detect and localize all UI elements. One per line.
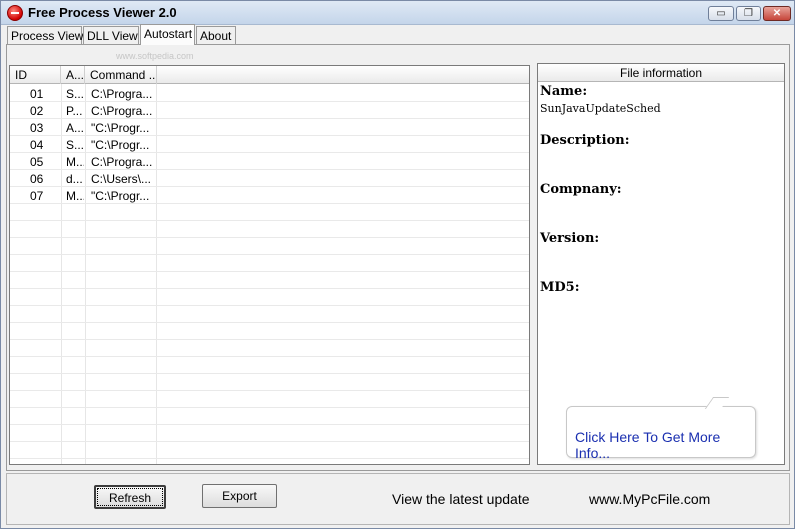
column-header-id[interactable]: ID	[10, 66, 61, 84]
empty-row	[10, 442, 529, 459]
empty-row	[10, 306, 529, 323]
cell-command: "C:\Progr...	[91, 138, 150, 152]
cell-a: M...	[66, 155, 84, 169]
file-info-panel: File information Name: SunJavaUpdateSche…	[537, 63, 785, 465]
close-button[interactable]: ✕	[763, 6, 791, 21]
cell-id: 07	[30, 189, 44, 203]
cell-command: C:\Users\...	[91, 172, 152, 186]
tab-process-view[interactable]: Process View	[7, 26, 83, 45]
cell-command: "C:\Progr...	[91, 189, 150, 203]
company-label: Compnany:	[540, 182, 622, 197]
md5-label: MD5:	[540, 280, 580, 295]
latest-update-link[interactable]: View the latest update	[392, 491, 530, 507]
maximize-button[interactable]: ❐	[736, 6, 761, 21]
cell-command: "C:\Progr...	[91, 121, 150, 135]
cell-id: 05	[30, 155, 44, 169]
bottom-bar: Refresh Export View the latest update ww…	[6, 473, 790, 525]
app-window: Free Process Viewer 2.0 ▭ ❐ ✕ Process Vi…	[0, 0, 795, 529]
autostart-list[interactable]: ID A... Command ... 01 S... C:\Progra...…	[9, 65, 530, 465]
cell-id: 01	[30, 87, 44, 101]
empty-row	[10, 204, 529, 221]
table-row[interactable]: 03 A... "C:\Progr...	[10, 119, 529, 136]
window-title: Free Process Viewer 2.0	[28, 5, 177, 20]
empty-row	[10, 289, 529, 306]
refresh-button[interactable]: Refresh	[94, 485, 166, 509]
app-icon	[7, 5, 23, 21]
cell-a: A...	[66, 121, 84, 135]
empty-row	[10, 357, 529, 374]
table-row[interactable]: 04 S... "C:\Progr...	[10, 136, 529, 153]
tab-about[interactable]: About	[196, 26, 236, 45]
tab-dll-view[interactable]: DLL View	[83, 26, 139, 45]
empty-row	[10, 391, 529, 408]
version-label: Version:	[540, 231, 600, 246]
empty-row	[10, 425, 529, 442]
cell-a: S...	[66, 87, 84, 101]
cell-a: d...	[66, 172, 83, 186]
cell-id: 03	[30, 121, 44, 135]
empty-row	[10, 255, 529, 272]
more-info-link-text[interactable]: Click Here To Get More Info...	[575, 429, 720, 461]
export-button[interactable]: Export	[202, 484, 277, 508]
empty-row	[10, 238, 529, 255]
empty-row	[10, 340, 529, 357]
empty-row	[10, 408, 529, 425]
table-row[interactable]: 07 M... "C:\Progr...	[10, 187, 529, 204]
empty-row	[10, 272, 529, 289]
more-info-link[interactable]: Click Here To Get More Info...	[566, 397, 756, 461]
name-label: Name:	[540, 84, 588, 99]
column-header-command[interactable]: Command ...	[85, 66, 157, 84]
tab-autostart[interactable]: Autostart	[140, 24, 195, 45]
cell-a: M...	[66, 189, 84, 203]
empty-row	[10, 221, 529, 238]
table-row[interactable]: 06 d... C:\Users\...	[10, 170, 529, 187]
website-link[interactable]: www.MyPcFile.com	[589, 491, 710, 507]
cell-command: C:\Progra...	[91, 87, 153, 101]
empty-row	[10, 374, 529, 391]
cell-id: 06	[30, 172, 44, 186]
cell-id: 04	[30, 138, 44, 152]
table-row[interactable]: 02 P... C:\Progra...	[10, 102, 529, 119]
name-value: SunJavaUpdateSched	[540, 102, 661, 115]
cell-a: P...	[66, 104, 83, 118]
cell-command: C:\Progra...	[91, 104, 153, 118]
minimize-button[interactable]: ▭	[708, 6, 734, 21]
empty-row	[10, 323, 529, 340]
list-header: ID A... Command ...	[10, 66, 529, 84]
title-bar[interactable]: Free Process Viewer 2.0 ▭ ❐ ✕	[1, 1, 794, 25]
bubble-tail	[704, 397, 730, 409]
watermark: www.softpedia.com	[116, 51, 194, 61]
cell-id: 02	[30, 104, 44, 118]
column-header-a[interactable]: A...	[61, 66, 85, 84]
description-label: Description:	[540, 133, 630, 148]
cell-a: S...	[66, 138, 84, 152]
table-row[interactable]: 01 S... C:\Progra...	[10, 85, 529, 102]
cell-command: C:\Progra...	[91, 155, 153, 169]
table-row[interactable]: 05 M... C:\Progra...	[10, 153, 529, 170]
file-info-header: File information	[538, 64, 784, 82]
